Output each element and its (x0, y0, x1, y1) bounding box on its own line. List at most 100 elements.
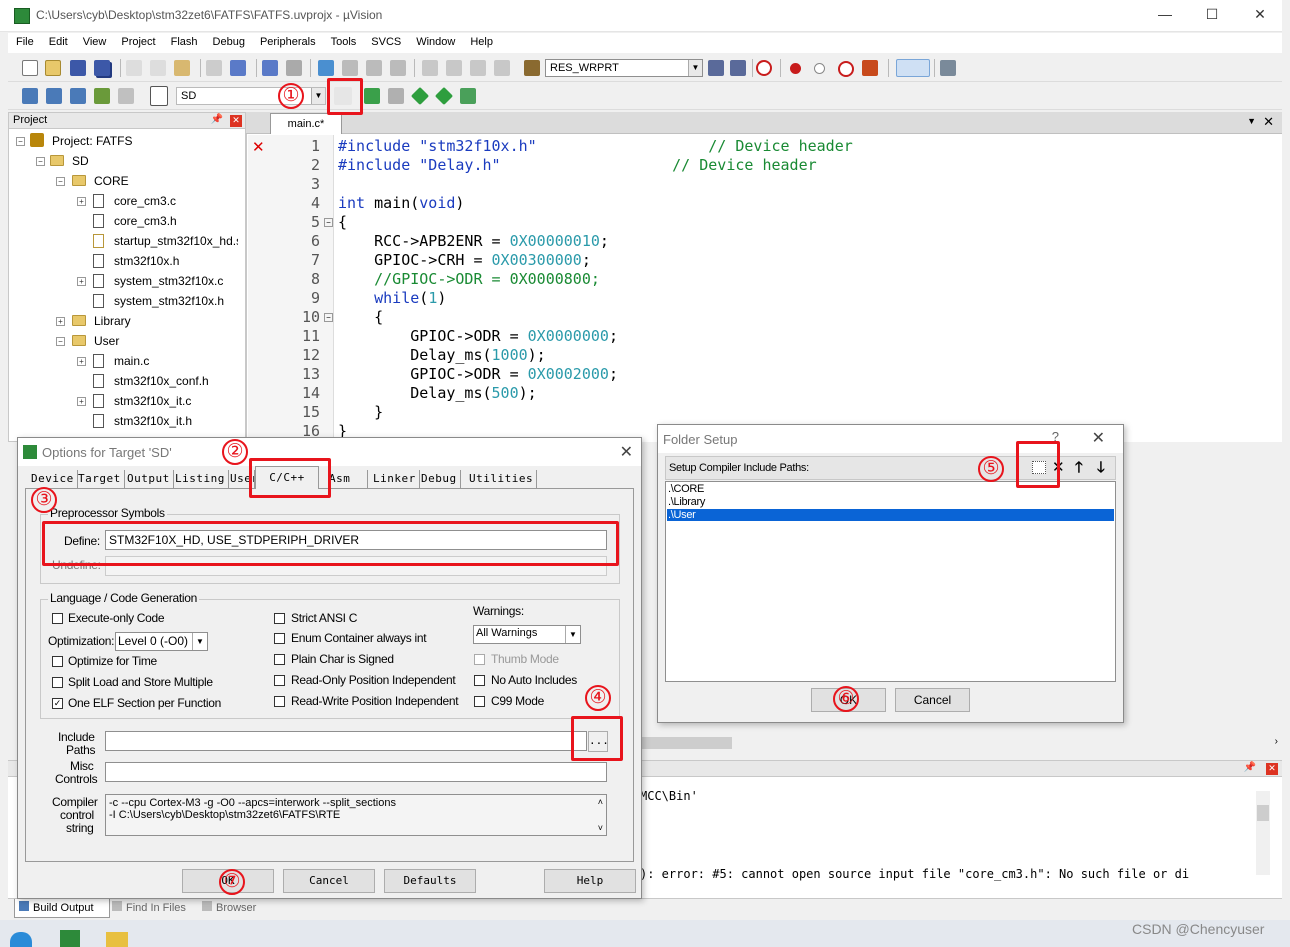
pin-icon[interactable]: 📌 (1244, 762, 1256, 773)
menu-view[interactable]: View (75, 33, 114, 48)
code-line[interactable]: Delay_ms(1000); (338, 346, 545, 364)
copy-icon[interactable] (150, 60, 166, 76)
options-help-button[interactable]: Help (544, 869, 636, 893)
tree-expand-file[interactable]: + (77, 397, 86, 406)
file-extensions-icon[interactable] (388, 88, 404, 104)
tab-browser[interactable]: Browser (202, 901, 256, 914)
tree-file[interactable]: system_stm32f10x.c (114, 274, 223, 288)
pack-installer-icon[interactable] (410, 86, 430, 106)
scroll-up-icon[interactable]: ˄ (598, 796, 603, 808)
manage-components-icon[interactable] (364, 88, 380, 104)
menu-help[interactable]: Help (462, 33, 500, 48)
code-line[interactable]: #include "Delay.h" // Device header (338, 156, 817, 174)
folder-path-item[interactable]: .\Library (668, 496, 705, 508)
tab-linker[interactable]: Linker (370, 470, 420, 488)
tab-listing[interactable]: Listing (172, 470, 229, 488)
code-line[interactable]: int main(void) (338, 194, 464, 212)
strict-ansi-checkbox[interactable] (274, 613, 285, 624)
next-bookmark-icon[interactable] (366, 60, 382, 76)
ro-pos-checkbox[interactable] (274, 675, 285, 686)
c99-checkbox[interactable] (474, 696, 485, 707)
find-combo[interactable]: RES_WRPRT ▼ (545, 59, 703, 77)
menu-edit[interactable]: Edit (41, 33, 75, 48)
tree-file[interactable]: core_cm3.c (114, 194, 176, 208)
misc-controls-input[interactable] (105, 762, 607, 782)
tree-target[interactable]: SD (72, 154, 89, 168)
bookmark-icon[interactable] (318, 60, 334, 76)
nav-back-icon[interactable] (262, 60, 278, 76)
kill-all-breakpoints-icon[interactable] (862, 60, 878, 76)
code-line[interactable]: //GPIOC->ODR = 0X0000800; (338, 270, 600, 288)
tab-find-in-files[interactable]: Find In Files (112, 901, 186, 914)
execute-only-checkbox[interactable] (52, 613, 63, 624)
tab-debug[interactable]: Debug (418, 470, 461, 488)
plain-char-checkbox[interactable] (274, 654, 285, 665)
batch-build-icon[interactable] (94, 88, 110, 104)
taskbar-app-icon[interactable] (106, 932, 128, 947)
optimization-select[interactable]: Level 0 (-O0) ▼ (115, 632, 208, 651)
window-layout-icon[interactable] (896, 59, 930, 77)
code-line[interactable]: #include "stm32f10x.h" // Device header (338, 137, 853, 155)
tree-group-library[interactable]: Library (94, 314, 131, 328)
clear-bookmarks-icon[interactable] (390, 60, 406, 76)
maximize-button[interactable]: ☐ (1197, 6, 1227, 26)
breakpoint-icon[interactable] (790, 63, 801, 74)
tab-asm[interactable]: Asm (328, 470, 368, 488)
tree-group-user[interactable]: User (94, 334, 119, 348)
incremental-find-icon[interactable] (730, 60, 746, 76)
redo-icon[interactable] (230, 60, 246, 76)
tree-file[interactable]: core_cm3.h (114, 214, 177, 228)
tab-main-c[interactable]: main.c* (270, 113, 342, 134)
menu-project[interactable]: Project (113, 33, 162, 48)
optimize-time-checkbox[interactable] (52, 656, 63, 667)
tree-group-core[interactable]: CORE (94, 174, 129, 188)
translate-icon[interactable] (22, 88, 38, 104)
stop-build-icon[interactable] (118, 88, 134, 104)
unindent-icon[interactable] (446, 60, 462, 76)
include-paths-input[interactable] (105, 731, 587, 751)
code-line[interactable]: GPIOC->CRH = 0X00300000; (338, 251, 591, 269)
find-icon[interactable] (708, 60, 724, 76)
tree-expand-file[interactable]: + (77, 357, 86, 366)
save-all-icon[interactable] (94, 60, 110, 76)
indent-icon[interactable] (422, 60, 438, 76)
prev-bookmark-icon[interactable] (342, 60, 358, 76)
kill-breakpoints-icon[interactable] (838, 61, 854, 77)
code-line[interactable]: GPIOC->ODR = 0X0000000; (338, 327, 618, 345)
close-icon[interactable]: ✕ (230, 115, 242, 127)
rebuild-icon[interactable] (70, 88, 86, 104)
comment-icon[interactable] (470, 60, 486, 76)
enum-container-checkbox[interactable] (274, 633, 285, 644)
tree-expand-file[interactable]: + (77, 197, 86, 206)
tree-file[interactable]: system_stm32f10x.h (114, 294, 224, 308)
close-icon[interactable]: ✕ (1092, 428, 1105, 448)
no-auto-includes-checkbox[interactable] (474, 675, 485, 686)
menu-flash[interactable]: Flash (163, 33, 205, 48)
folder-path-item[interactable]: .\CORE (668, 483, 704, 495)
folder-cancel-button[interactable]: Cancel (895, 688, 970, 712)
manage-rte-icon[interactable] (460, 88, 476, 104)
tree-file[interactable]: startup_stm32f10x_hd.s (114, 234, 238, 248)
tree-expand-target[interactable]: − (36, 157, 45, 166)
configure-icon[interactable] (940, 60, 956, 76)
folder-path-item-selected[interactable]: .\User (667, 509, 1114, 521)
tree-root[interactable]: Project: FATFS (52, 134, 132, 148)
undo-icon[interactable] (206, 60, 222, 76)
menu-peripherals[interactable]: Peripherals (252, 33, 323, 48)
menu-svcs[interactable]: SVCS (363, 33, 408, 48)
uncomment-icon[interactable] (494, 60, 510, 76)
debug-start-icon[interactable] (756, 60, 772, 76)
scroll-down-icon[interactable]: ˅ (598, 822, 603, 834)
close-icon[interactable]: ✕ (620, 442, 633, 462)
rw-pos-checkbox[interactable] (274, 696, 285, 707)
cut-icon[interactable] (126, 60, 142, 76)
select-software-packs-icon[interactable] (434, 86, 454, 106)
tab-device[interactable]: Device (28, 470, 78, 488)
compiler-string-box[interactable]: -c --cpu Cortex-M3 -g -O0 --apcs=interwo… (105, 794, 607, 836)
options-cancel-button[interactable]: Cancel (283, 869, 375, 893)
tab-output[interactable]: Output (124, 470, 174, 488)
tree-file[interactable]: stm32f10x_it.h (114, 414, 192, 428)
tab-list-icon[interactable]: ▼ (1247, 116, 1256, 126)
tree-expand-root[interactable]: − (16, 137, 25, 146)
tree-file[interactable]: stm32f10x.h (114, 254, 179, 268)
